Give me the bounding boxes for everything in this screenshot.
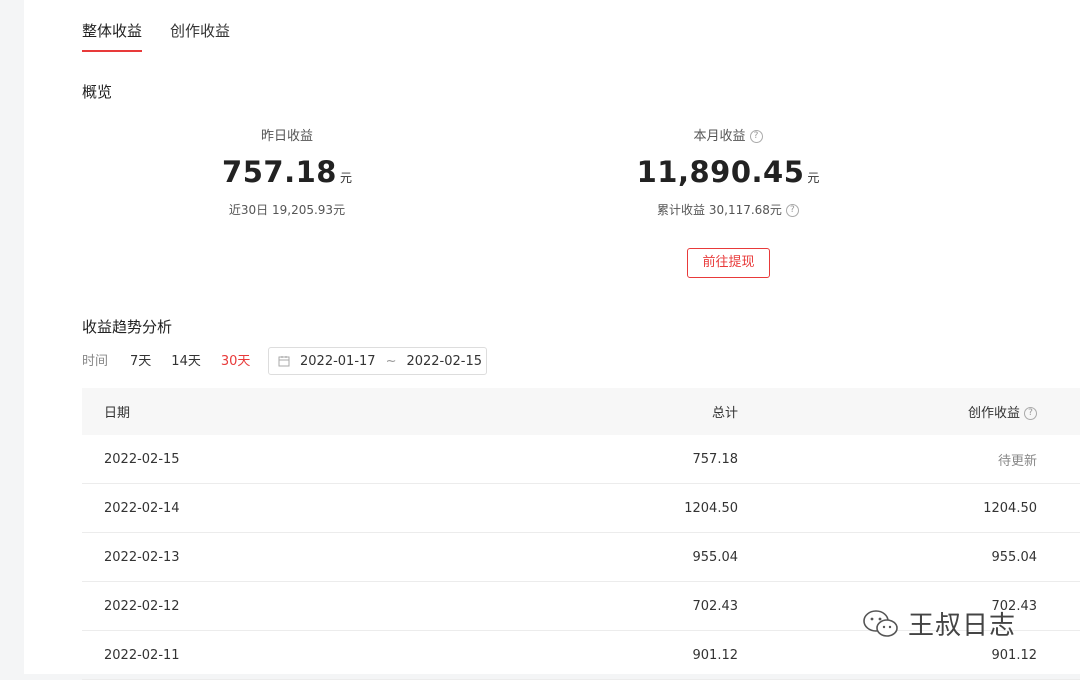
row-total: 1204.50	[684, 500, 738, 516]
overview-title: 概览	[82, 83, 113, 101]
time-label: 时间	[82, 354, 109, 369]
tab-overall-revenue[interactable]: 整体收益	[82, 20, 143, 52]
month-unit: 元	[807, 171, 820, 185]
row-creation-revenue: 1204.50	[983, 500, 1037, 516]
calendar-icon	[278, 356, 290, 367]
help-icon[interactable]: ?	[749, 130, 763, 143]
revenue-tabs: 整体收益 创作收益	[82, 20, 230, 52]
watermark-text: 王叔日志	[908, 611, 1017, 641]
tab-creation-revenue[interactable]: 创作收益	[170, 20, 230, 52]
filter-14-days[interactable]: 14天	[171, 350, 201, 369]
help-icon[interactable]: ?	[785, 204, 799, 217]
range-end: 2022-02-15	[406, 353, 483, 369]
row-date: 2022-02-12	[104, 598, 180, 614]
table-header: 日期 总计 创作收益?	[82, 388, 1080, 435]
header-total: 总计	[711, 406, 738, 421]
withdraw-button[interactable]: 前往提现	[687, 248, 770, 278]
row-creation-revenue: 901.12	[991, 647, 1038, 663]
header-date: 日期	[104, 406, 131, 421]
yesterday-value: 757.18	[222, 155, 337, 189]
row-date: 2022-02-15	[104, 451, 180, 467]
table-row: 2022-02-14 1204.50 1204.50	[82, 484, 1080, 533]
yesterday-unit: 元	[339, 171, 352, 185]
month-value: 11,890.45	[636, 155, 805, 189]
row-date: 2022-02-13	[104, 549, 180, 565]
table-row: 2022-02-15 757.18 待更新	[82, 435, 1080, 484]
month-label: 本月收益	[693, 129, 746, 144]
yesterday-stat: 昨日收益 757.18 元 近30日 19,205.93元	[137, 125, 437, 218]
row-date: 2022-02-14	[104, 500, 180, 516]
row-total: 955.04	[692, 549, 739, 565]
table-row: 2022-02-13 955.04 955.04	[82, 533, 1080, 582]
last-30-days-total: 近30日 19,205.93元	[228, 203, 346, 217]
watermark: 王叔日志	[862, 605, 1016, 642]
wechat-icon	[863, 609, 898, 637]
month-stat: 本月收益? 11,890.45 元 累计收益 30,117.68元?	[578, 125, 878, 218]
cumulative-total: 累计收益 30,117.68元	[657, 203, 782, 217]
date-range-picker[interactable]: 2022-01-17 ~ 2022-02-15	[268, 347, 487, 375]
row-total: 757.18	[692, 451, 739, 467]
trend-title: 收益趋势分析	[82, 318, 173, 336]
help-icon[interactable]: ?	[1024, 407, 1037, 420]
row-total: 901.12	[692, 647, 739, 663]
time-filter: 时间 7天 14天 30天	[82, 350, 270, 369]
row-creation-revenue: 待更新	[997, 453, 1037, 469]
yesterday-label: 昨日收益	[260, 129, 313, 144]
revenue-panel: 整体收益 创作收益 概览 昨日收益 757.18 元 近30日 19,205.93…	[24, 0, 1080, 680]
row-creation-revenue: 955.04	[991, 549, 1038, 565]
filter-7-days[interactable]: 7天	[130, 350, 151, 369]
header-creation-revenue: 创作收益	[967, 406, 1020, 421]
row-date: 2022-02-11	[104, 647, 180, 663]
range-start: 2022-01-17	[300, 353, 376, 369]
range-separator: ~	[385, 353, 397, 369]
filter-30-days[interactable]: 30天	[221, 350, 251, 369]
row-total: 702.43	[692, 598, 739, 614]
